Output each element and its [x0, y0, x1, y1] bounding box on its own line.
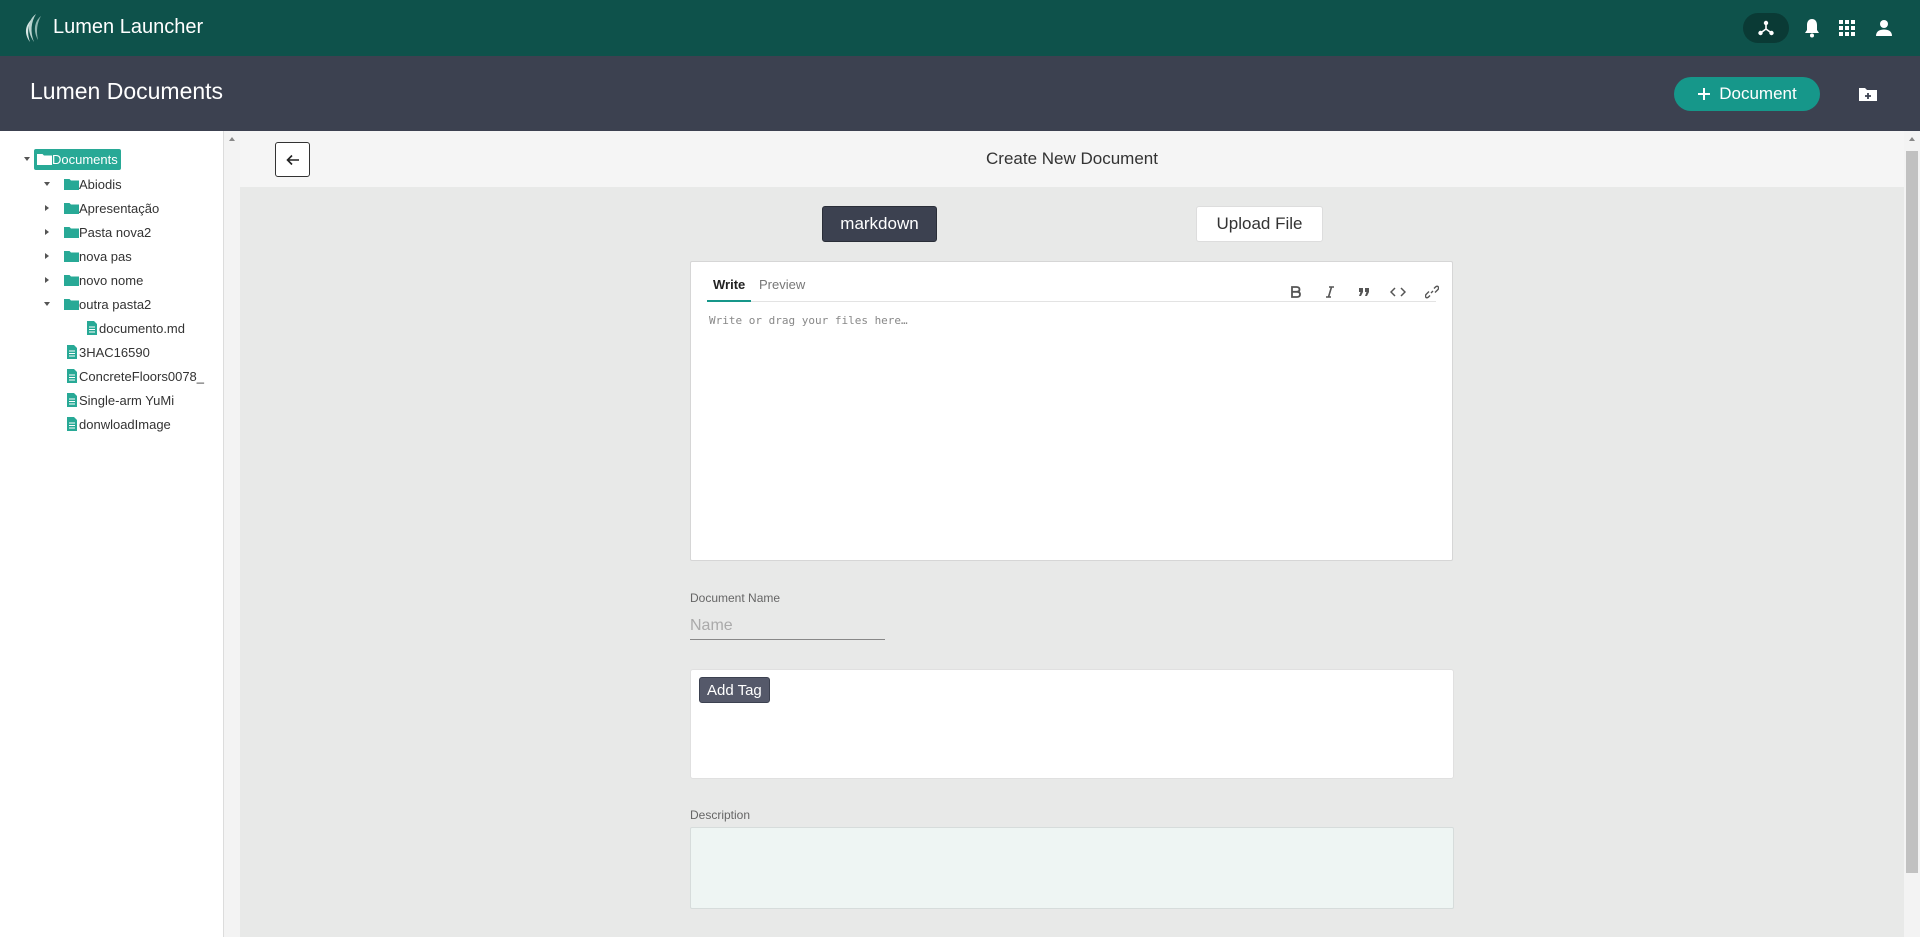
tree-item-label: 3HAC16590 — [79, 344, 150, 360]
tree-item-outra-pasta2[interactable]: outra pasta2 — [40, 293, 151, 315]
tree-item-label: Abiodis — [79, 176, 122, 192]
tree-item-label: donwloadImage — [79, 416, 171, 432]
tab-preview[interactable]: Preview — [753, 277, 811, 302]
code-button[interactable] — [1387, 282, 1409, 302]
file-icon — [67, 369, 77, 383]
code-icon — [1390, 287, 1406, 297]
collapse-caret[interactable] — [40, 177, 54, 191]
tree-root-chip[interactable]: Documents — [34, 148, 121, 170]
plus-icon — [1698, 88, 1711, 100]
folder-icon — [64, 203, 79, 214]
top-bar: Lumen Launcher — [0, 0, 1920, 56]
new-document-label: Document — [1719, 84, 1797, 103]
sidebar-scrollbar[interactable] — [224, 131, 240, 937]
arrow-left-icon — [285, 154, 299, 165]
markdown-editor: Write Preview Write or drag your files h… — [690, 261, 1453, 561]
folder-icon — [37, 154, 52, 165]
tree-item-single-arm-yumi[interactable]: Single-arm YuMi — [66, 389, 174, 411]
editor-textarea[interactable]: Write or drag your files here… — [709, 314, 1434, 544]
tree-item-label: outra pasta2 — [79, 296, 152, 312]
sub-header: Lumen Documents — [0, 56, 1920, 131]
expand-caret[interactable] — [40, 273, 54, 287]
tree-item-apresentacao[interactable]: Apresentação — [40, 197, 159, 219]
notifications-button[interactable] — [1800, 16, 1824, 40]
network-button[interactable] — [1743, 13, 1789, 43]
page-title: Lumen Documents — [30, 78, 224, 104]
italic-icon — [1326, 286, 1334, 298]
scroll-up-arrow-icon[interactable] — [1909, 137, 1915, 141]
tree-item-documento-md[interactable]: documento.md — [86, 317, 185, 339]
lumen-logo-icon — [25, 14, 41, 42]
apps-grid-button[interactable] — [1835, 16, 1859, 40]
sidebar-tree: Documents Abiodis Apresentação Pasta nov… — [0, 131, 224, 937]
quote-icon — [1359, 288, 1369, 296]
markdown-button[interactable]: markdown — [822, 206, 937, 242]
new-folder-icon — [1859, 88, 1877, 101]
document-name-input[interactable] — [690, 612, 885, 640]
folder-icon — [64, 227, 79, 238]
tree-item-label: nova pas — [79, 248, 132, 264]
folder-icon — [64, 299, 79, 310]
tree-item-label: Apresentação — [79, 200, 160, 216]
tree-root-label: Documents — [52, 151, 118, 167]
new-folder-button[interactable] — [1855, 82, 1881, 106]
link-button[interactable] — [1421, 282, 1443, 302]
bold-icon — [1291, 286, 1301, 298]
tree-item-label: Single-arm YuMi — [79, 392, 175, 408]
description-input[interactable] — [690, 827, 1454, 909]
italic-button[interactable] — [1319, 282, 1341, 302]
bell-icon — [1805, 19, 1819, 38]
new-document-button[interactable]: Document — [1674, 77, 1820, 111]
folder-icon — [64, 275, 79, 286]
main-header: Create New Document — [240, 131, 1904, 187]
tab-write[interactable]: Write — [707, 277, 752, 302]
back-button[interactable] — [275, 142, 310, 177]
network-icon — [1758, 20, 1774, 36]
tree-item-nova-pas[interactable]: nova pas — [40, 245, 132, 267]
tree-item-donwloadimage[interactable]: donwloadImage — [66, 413, 171, 435]
expand-caret[interactable] — [40, 225, 54, 239]
document-name-label: Document Name — [690, 591, 781, 605]
tree-item-label: documento.md — [99, 320, 185, 336]
create-document-title: Create New Document — [986, 149, 1158, 168]
apps-grid-icon — [1839, 20, 1855, 36]
tree-item-pasta-nova2[interactable]: Pasta nova2 — [40, 221, 151, 243]
main-content: Create New Document markdown Upload File… — [240, 131, 1904, 937]
tree-item-concretefloors[interactable]: ConcreteFloors0078_ — [66, 365, 204, 387]
file-icon — [67, 393, 77, 407]
tree-item-novo-nome[interactable]: novo nome — [40, 269, 143, 291]
user-button[interactable] — [1872, 16, 1896, 40]
tree-root-documents[interactable]: Documents — [20, 148, 121, 170]
collapse-caret[interactable] — [40, 297, 54, 311]
description-label: Description — [690, 808, 751, 822]
link-icon — [1425, 285, 1439, 299]
user-icon — [1876, 20, 1892, 36]
file-icon — [67, 345, 77, 359]
file-icon — [67, 417, 77, 431]
expand-caret[interactable] — [40, 249, 54, 263]
app-title: Lumen Launcher — [53, 16, 204, 38]
main-scrollbar-thumb[interactable] — [1906, 151, 1918, 873]
tree-item-label: ConcreteFloors0078_ — [79, 368, 205, 384]
tree-item-3hac16590[interactable]: 3HAC16590 — [66, 341, 150, 363]
collapse-caret[interactable] — [20, 152, 34, 166]
tree-item-label: Pasta nova2 — [79, 224, 152, 240]
editor-tabs: Write Preview — [707, 272, 1439, 302]
expand-caret[interactable] — [40, 201, 54, 215]
tags-box[interactable]: Add Tag — [690, 669, 1454, 779]
tree-item-label: novo nome — [79, 272, 144, 288]
upload-file-button[interactable]: Upload File — [1196, 206, 1323, 242]
bold-button[interactable] — [1285, 282, 1307, 302]
quote-button[interactable] — [1353, 282, 1375, 302]
tree-item-abiodis[interactable]: Abiodis — [40, 173, 122, 195]
scroll-up-arrow-icon[interactable] — [229, 137, 235, 141]
folder-icon — [64, 251, 79, 262]
file-icon — [87, 321, 97, 335]
folder-icon — [64, 179, 79, 190]
add-tag-button[interactable]: Add Tag — [699, 677, 770, 703]
